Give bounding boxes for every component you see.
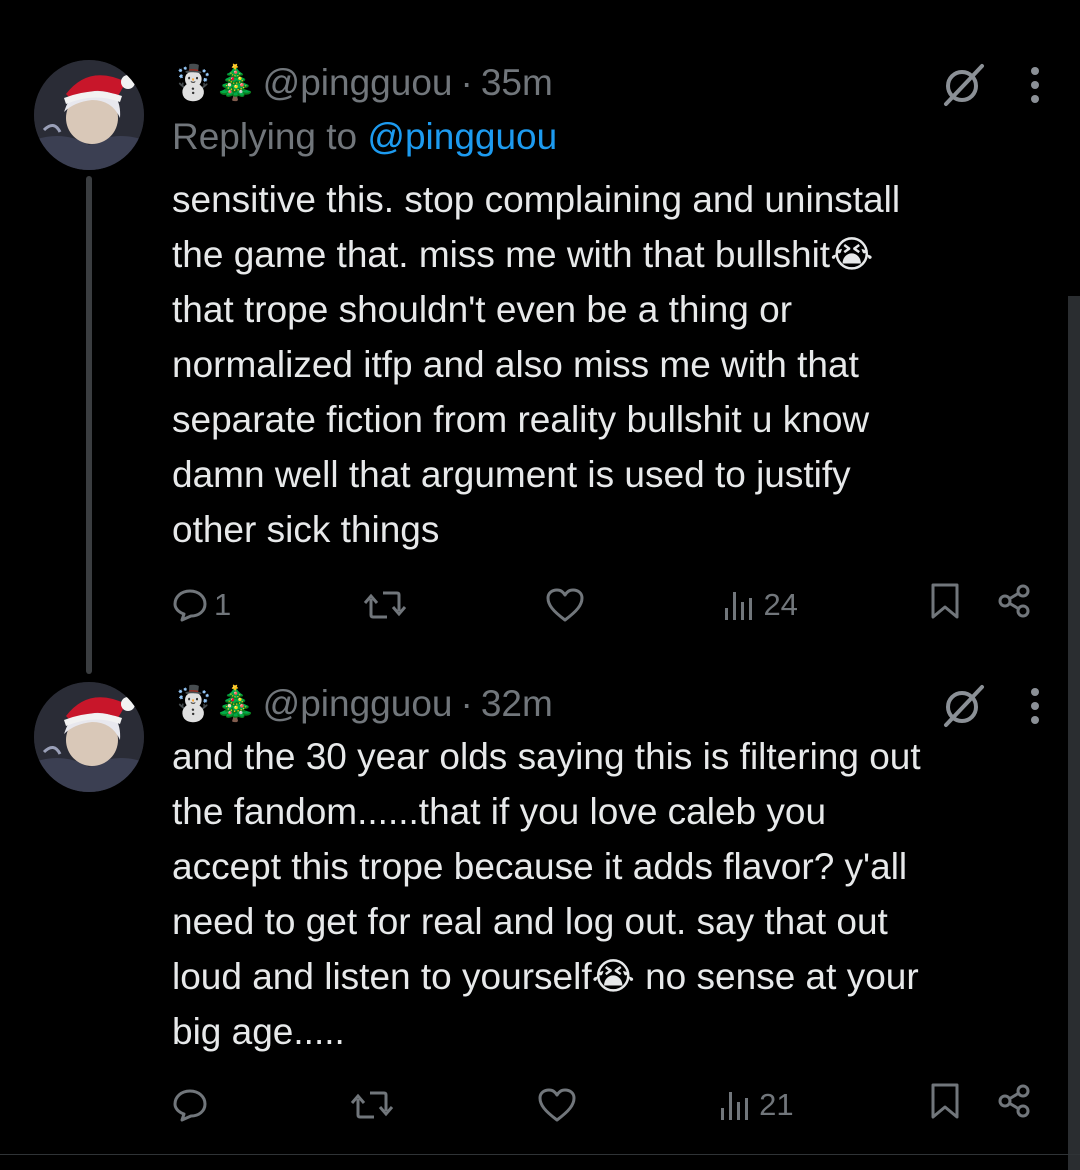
repost-button[interactable] [363, 587, 413, 623]
share-icon[interactable] [996, 1083, 1032, 1127]
bookmark-icon[interactable] [930, 1082, 960, 1128]
tweet-header: ☃️🎄 @pingguou · 32m [172, 683, 553, 725]
user-handle[interactable]: @pingguou [263, 683, 453, 725]
avatar[interactable] [34, 682, 144, 792]
more-icon[interactable] [1030, 65, 1040, 105]
reply-button[interactable] [172, 1087, 214, 1123]
replying-prefix: Replying to [172, 116, 368, 157]
tweet-header-icons [940, 683, 1040, 729]
tweet-actions: 1 24 [172, 580, 1032, 630]
views-count: 21 [759, 1087, 794, 1122]
views-button[interactable]: 21 [719, 1087, 794, 1123]
like-button[interactable] [545, 587, 591, 623]
reply-count: 1 [214, 587, 232, 622]
scrollbar[interactable] [1068, 296, 1080, 1170]
tweet-text: and the 30 year olds saying this is filt… [172, 736, 921, 1052]
tweet-header: ☃️🎄 @pingguou · 35m [172, 62, 553, 104]
reply-button[interactable]: 1 [172, 587, 231, 623]
views-count: 24 [763, 587, 798, 622]
thread-line [86, 176, 92, 674]
divider [0, 1154, 1080, 1155]
tweet-header-icons [940, 62, 1040, 108]
user-handle[interactable]: @pingguou [263, 62, 453, 104]
more-icon[interactable] [1030, 686, 1040, 726]
repost-button[interactable] [350, 1087, 400, 1123]
share-icon[interactable] [996, 583, 1032, 627]
timestamp[interactable]: 32m [481, 683, 553, 725]
timestamp[interactable]: 35m [481, 62, 553, 104]
grok-icon[interactable] [940, 62, 988, 108]
replying-to: Replying to @pingguou [172, 116, 557, 158]
reply-icon [172, 587, 208, 623]
like-icon [537, 1087, 577, 1123]
right-actions [930, 582, 1032, 628]
like-icon [545, 587, 585, 623]
separator-dot: · [460, 683, 473, 724]
user-emoji: ☃️🎄 [172, 64, 257, 102]
user-emoji: ☃️🎄 [172, 685, 257, 723]
mention-link[interactable]: @pingguou [367, 116, 557, 157]
tweet-actions: 21 [172, 1080, 1032, 1130]
separator-dot: · [460, 62, 473, 103]
tweet-text: sensitive this. stop complaining and uni… [172, 179, 901, 550]
like-button[interactable] [537, 1087, 583, 1123]
right-actions [930, 1082, 1032, 1128]
views-icon [723, 588, 757, 622]
avatar[interactable] [34, 60, 144, 170]
repost-icon [350, 1087, 394, 1123]
grok-icon[interactable] [940, 683, 988, 729]
bookmark-icon[interactable] [930, 582, 960, 628]
repost-icon [363, 587, 407, 623]
views-button[interactable]: 24 [723, 587, 798, 623]
reply-icon [172, 1087, 208, 1123]
views-icon [719, 1088, 753, 1122]
